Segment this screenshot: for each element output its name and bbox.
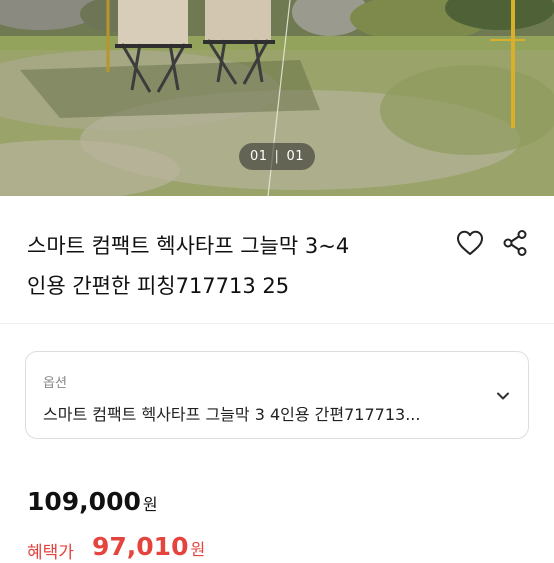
pager-total: 01 xyxy=(286,149,304,164)
option-select[interactable]: 옵션 스마트 컴팩트 헥사타프 그늘막 3 4인용 간편717713... xyxy=(25,351,529,439)
pager-current: 01 xyxy=(250,149,268,164)
benefit-price-value: 97,010 xyxy=(92,532,189,561)
pager-separator: | xyxy=(274,149,280,164)
benefit-price: 97,010 원 xyxy=(92,532,205,561)
original-price-value: 109,000 xyxy=(27,487,141,516)
benefit-price-label: 혜택가 xyxy=(27,543,74,563)
original-price: 109,000 원 xyxy=(27,487,158,516)
section-divider xyxy=(0,323,554,324)
heart-icon xyxy=(457,230,483,255)
original-price-currency: 원 xyxy=(142,495,158,514)
image-pager-badge: 01 | 01 xyxy=(239,143,315,170)
chevron-down-icon xyxy=(497,392,509,400)
benefit-price-currency: 원 xyxy=(190,540,206,559)
product-title-line1: 스마트 컴팩트 헥사타프 그늘막 3~4 xyxy=(27,234,350,258)
product-title: 스마트 컴팩트 헥사타프 그늘막 3~4 인용 간편한 피칭717713 25 xyxy=(27,226,447,306)
option-label: 옵션 xyxy=(43,376,67,391)
like-button[interactable] xyxy=(455,228,485,258)
share-icon xyxy=(503,230,527,256)
share-button[interactable] xyxy=(501,228,529,258)
option-selected-value: 스마트 컴팩트 헥사타프 그늘막 3 4인용 간편717713... xyxy=(43,405,421,424)
product-photo[interactable]: 01 | 01 xyxy=(0,0,554,196)
product-title-line2: 인용 간편한 피칭717713 25 xyxy=(27,274,290,298)
